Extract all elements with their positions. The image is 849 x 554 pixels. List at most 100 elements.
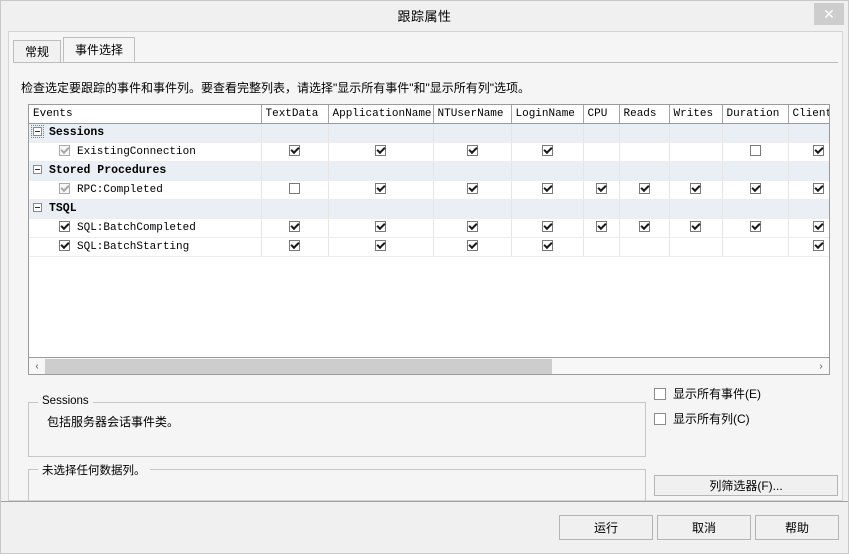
collapse-expand-icon[interactable]: [31, 125, 44, 139]
column-checkbox[interactable]: [812, 221, 824, 233]
cell-applicationname[interactable]: [328, 237, 434, 257]
cell-applicationname[interactable]: [328, 218, 434, 238]
column-checkbox[interactable]: [541, 183, 553, 195]
cell-writes[interactable]: [669, 237, 723, 257]
col-header-events[interactable]: Events: [29, 105, 262, 124]
column-checkbox[interactable]: [749, 183, 761, 195]
cell-loginname[interactable]: [511, 218, 584, 238]
col-header-reads[interactable]: Reads: [619, 105, 670, 124]
cell-duration[interactable]: [722, 199, 789, 219]
table-group-row[interactable]: TSQL: [29, 199, 829, 219]
cell-reads[interactable]: [619, 123, 670, 143]
event-name-cell[interactable]: RPC:Completed: [29, 180, 262, 200]
event-enabled-checkbox[interactable]: [59, 221, 70, 233]
table-group-row[interactable]: Sessions: [29, 123, 829, 143]
cell-cpu[interactable]: [583, 161, 620, 181]
checkbox-icon[interactable]: [654, 412, 666, 425]
cell-textdata[interactable]: [261, 180, 329, 200]
column-checkbox[interactable]: [541, 145, 553, 157]
column-checkbox[interactable]: [466, 145, 478, 157]
col-header-applicationname[interactable]: ApplicationName: [328, 105, 434, 124]
cell-cpu[interactable]: [583, 218, 620, 238]
cell-loginname[interactable]: [511, 199, 584, 219]
col-header-ntusername[interactable]: NTUserName: [433, 105, 512, 124]
column-checkbox[interactable]: [595, 183, 607, 195]
events-grid[interactable]: Events TextData ApplicationName NTUserNa…: [28, 104, 830, 358]
cell-writes[interactable]: [669, 218, 723, 238]
cell-duration[interactable]: [722, 237, 789, 257]
event-name-cell[interactable]: SQL:BatchCompleted: [29, 218, 262, 238]
column-checkbox[interactable]: [749, 145, 761, 157]
column-checkbox[interactable]: [749, 221, 761, 233]
cell-ntusername[interactable]: [433, 123, 512, 143]
column-checkbox[interactable]: [812, 183, 824, 195]
cell-cpu[interactable]: [583, 180, 620, 200]
cell-applicationname[interactable]: [328, 199, 434, 219]
column-checkbox[interactable]: [289, 145, 300, 157]
cell-writes[interactable]: [669, 180, 723, 200]
cell-applicationname[interactable]: [328, 161, 434, 181]
table-group-row[interactable]: Stored Procedures: [29, 161, 829, 181]
event-enabled-checkbox[interactable]: [59, 145, 70, 157]
column-checkbox[interactable]: [541, 240, 553, 252]
cell-clientproc[interactable]: [788, 180, 829, 200]
checkbox-icon[interactable]: [654, 387, 666, 400]
cell-clientproc[interactable]: [788, 199, 829, 219]
cell-loginname[interactable]: [511, 237, 584, 257]
cell-reads[interactable]: [619, 199, 670, 219]
cell-clientproc[interactable]: [788, 142, 829, 162]
scroll-left-arrow-icon[interactable]: ‹: [29, 359, 45, 374]
cell-textdata[interactable]: [261, 237, 329, 257]
cell-clientproc[interactable]: [788, 237, 829, 257]
cell-reads[interactable]: [619, 180, 670, 200]
column-checkbox[interactable]: [466, 221, 478, 233]
cell-clientproc[interactable]: [788, 161, 829, 181]
cell-cpu[interactable]: [583, 237, 620, 257]
cell-ntusername[interactable]: [433, 199, 512, 219]
cell-loginname[interactable]: [511, 180, 584, 200]
table-row[interactable]: SQL:BatchCompleted: [29, 218, 829, 238]
cell-writes[interactable]: [669, 142, 723, 162]
cell-ntusername[interactable]: [433, 237, 512, 257]
column-checkbox[interactable]: [541, 221, 553, 233]
group-name-cell[interactable]: Sessions: [29, 123, 262, 143]
cell-duration[interactable]: [722, 161, 789, 181]
cell-writes[interactable]: [669, 199, 723, 219]
cell-cpu[interactable]: [583, 123, 620, 143]
cell-applicationname[interactable]: [328, 142, 434, 162]
col-header-writes[interactable]: Writes: [669, 105, 723, 124]
close-icon[interactable]: ✕: [814, 3, 844, 25]
col-header-clientproc[interactable]: ClientProc: [788, 105, 829, 124]
cell-textdata[interactable]: [261, 199, 329, 219]
event-enabled-checkbox[interactable]: [59, 183, 70, 195]
table-row[interactable]: RPC:Completed: [29, 180, 829, 200]
scroll-right-arrow-icon[interactable]: ›: [813, 359, 829, 374]
table-row[interactable]: ExistingConnection: [29, 142, 829, 162]
collapse-expand-icon[interactable]: [33, 165, 42, 175]
cell-loginname[interactable]: [511, 123, 584, 143]
column-checkbox[interactable]: [595, 221, 607, 233]
column-checkbox[interactable]: [375, 240, 386, 252]
collapse-expand-icon[interactable]: [33, 203, 42, 213]
scrollbar-thumb[interactable]: [45, 358, 552, 374]
column-checkbox[interactable]: [812, 145, 824, 157]
event-enabled-checkbox[interactable]: [59, 240, 70, 252]
column-checkbox[interactable]: [690, 183, 701, 195]
column-filter-button[interactable]: 列筛选器(F)...: [654, 475, 838, 496]
column-checkbox[interactable]: [466, 240, 478, 252]
column-checkbox[interactable]: [638, 221, 650, 233]
cell-textdata[interactable]: [261, 161, 329, 181]
cell-ntusername[interactable]: [433, 161, 512, 181]
cell-loginname[interactable]: [511, 161, 584, 181]
tab-events-selection[interactable]: 事件选择: [63, 37, 136, 62]
event-name-cell[interactable]: SQL:BatchStarting: [29, 237, 262, 257]
event-name-cell[interactable]: ExistingConnection: [29, 142, 262, 162]
cell-duration[interactable]: [722, 180, 789, 200]
cell-ntusername[interactable]: [433, 142, 512, 162]
cell-textdata[interactable]: [261, 218, 329, 238]
cell-clientproc[interactable]: [788, 123, 829, 143]
column-checkbox[interactable]: [289, 183, 300, 195]
cell-ntusername[interactable]: [433, 180, 512, 200]
group-name-cell[interactable]: TSQL: [29, 199, 262, 219]
column-checkbox[interactable]: [375, 183, 386, 195]
